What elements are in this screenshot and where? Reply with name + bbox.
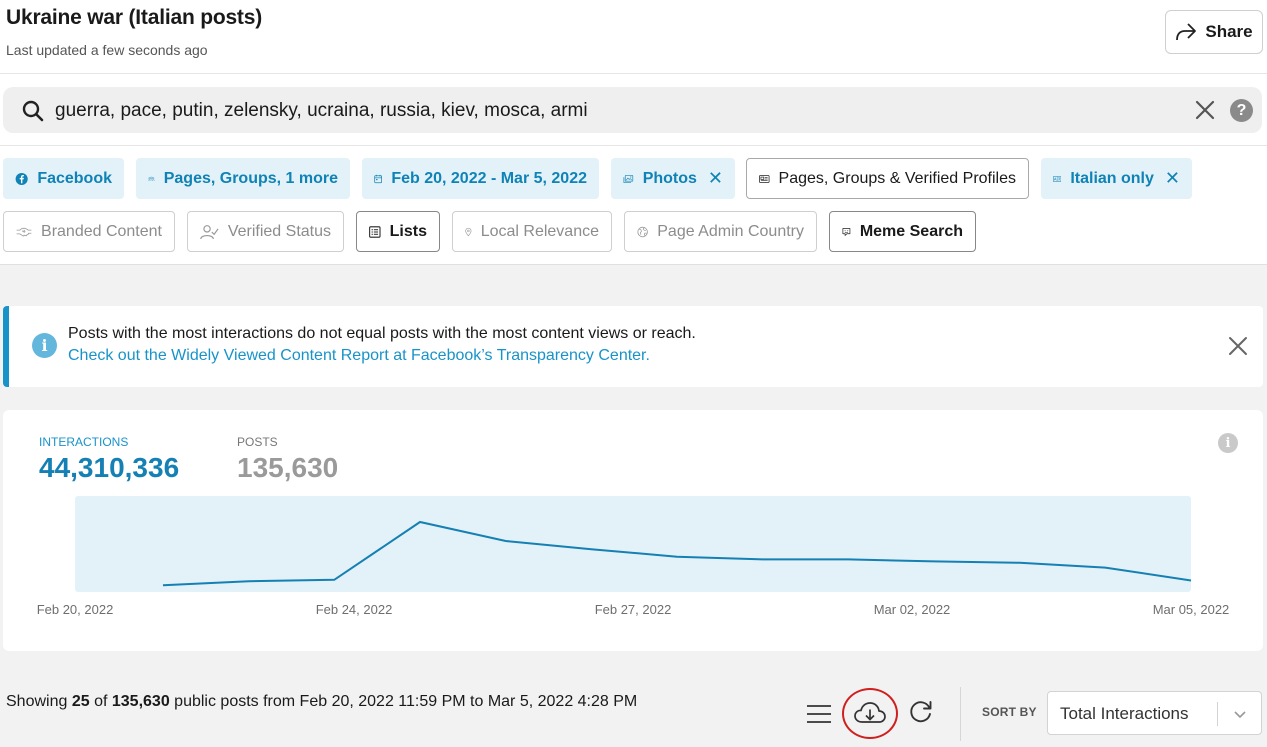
chevron-down-icon <box>1234 711 1246 719</box>
filter-label: Verified Status <box>227 222 331 240</box>
filter-label: Branded Content <box>41 222 162 240</box>
select-divider <box>1217 702 1218 726</box>
interactions-chart: Feb 20, 2022 Feb 24, 2022 Feb 27, 2022 Mar … <box>37 496 1230 617</box>
remove-filter-icon[interactable]: ✕ <box>1165 168 1180 189</box>
filter-account-types[interactable]: Pages, Groups, 1 more <box>136 158 350 199</box>
filter-label: Pages, Groups, 1 more <box>163 169 338 187</box>
people-icon <box>148 176 155 181</box>
search-bar[interactable]: guerra, pace, putin, zelensky, ucraina, … <box>3 87 1262 133</box>
filter-label: Photos <box>642 169 697 187</box>
filter-verified-status[interactable]: Verified Status <box>187 211 344 252</box>
x-tick-label: Feb 24, 2022 <box>316 602 393 617</box>
close-banner-icon[interactable] <box>1228 336 1248 356</box>
sort-value: Total Interactions <box>1060 704 1189 723</box>
filter-label: Italian only <box>1070 169 1154 187</box>
filter-label: Lists <box>389 222 427 240</box>
globe-icon <box>637 226 648 237</box>
chart-card: INTERACTIONS 44,310,336 POSTS 135,630 i … <box>3 410 1263 651</box>
total-count: 135,630 <box>111 693 170 710</box>
banner-text: Posts with the most interactions do not … <box>68 325 696 342</box>
filter-pages-groups-verified[interactable]: Pages, Groups & Verified Profiles <box>746 158 1029 199</box>
divider <box>0 264 1267 265</box>
filter-language-italian[interactable]: Italian only ✕ <box>1041 158 1192 199</box>
translate-icon <box>1053 175 1062 182</box>
divider <box>960 687 961 741</box>
filter-label: Facebook <box>37 169 112 187</box>
header-section: Ukraine war (Italian posts) Last updated… <box>0 0 1267 265</box>
x-tick-label: Feb 27, 2022 <box>595 602 672 617</box>
last-updated-text: Last updated a few seconds ago <box>6 42 208 58</box>
annotation-circle <box>842 688 898 739</box>
share-label: Share <box>1205 22 1253 41</box>
filter-page-admin-country[interactable]: Page Admin Country <box>624 211 817 252</box>
shown-count: 25 <box>71 693 90 710</box>
filter-label: Pages, Groups & Verified Profiles <box>778 169 1016 187</box>
list-icon <box>369 225 381 238</box>
photos-icon <box>623 174 634 183</box>
divider <box>0 145 1267 146</box>
refresh-icon[interactable] <box>908 699 934 725</box>
help-icon[interactable]: ? <box>1230 99 1253 122</box>
filter-label: Local Relevance <box>480 222 599 240</box>
location-pin-icon <box>465 227 472 236</box>
verified-user-icon <box>200 224 219 239</box>
info-banner: i Posts with the most interactions do no… <box>3 306 1263 387</box>
search-input[interactable]: guerra, pace, putin, zelensky, ucraina, … <box>55 100 588 122</box>
info-icon: i <box>32 333 57 358</box>
divider <box>0 73 1267 74</box>
transparency-center-link[interactable]: Check out the Widely Viewed Content Repo… <box>68 347 650 365</box>
list-view-icon[interactable] <box>806 703 832 725</box>
results-summary: Showing 25 of 135,630 public posts from … <box>6 693 638 710</box>
filter-lists[interactable]: Lists <box>356 211 440 252</box>
filter-local-relevance[interactable]: Local Relevance <box>452 211 612 252</box>
filter-label: Meme Search <box>859 222 963 240</box>
filter-label: Page Admin Country <box>657 222 804 240</box>
filter-label: Feb 20, 2022 - Mar 5, 2022 <box>391 169 587 187</box>
meme-icon <box>842 227 851 236</box>
filter-meme-search[interactable]: Meme Search <box>829 211 976 252</box>
x-tick-label: Mar 05, 2022 <box>1153 602 1230 617</box>
x-tick-label: Mar 02, 2022 <box>874 602 951 617</box>
x-tick-label: Feb 20, 2022 <box>37 602 114 617</box>
clear-search-icon[interactable] <box>1194 99 1216 121</box>
filter-date-range[interactable]: Feb 20, 2022 - Mar 5, 2022 <box>362 158 599 199</box>
page-title: Ukraine war (Italian posts) <box>6 6 263 29</box>
share-button[interactable]: Share <box>1165 10 1263 54</box>
filter-branded-content[interactable]: Branded Content <box>3 211 175 252</box>
calendar-icon <box>374 174 383 183</box>
newspaper-icon <box>759 174 770 183</box>
facebook-icon <box>15 172 28 185</box>
remove-filter-icon[interactable]: ✕ <box>708 168 723 189</box>
sort-by-label: SORT BY <box>982 705 1037 719</box>
share-icon <box>1176 23 1197 41</box>
filter-post-type-photos[interactable]: Photos ✕ <box>611 158 735 199</box>
sort-select[interactable]: Total Interactions <box>1047 691 1262 735</box>
chart-area-background <box>75 496 1191 592</box>
filter-platform-facebook[interactable]: Facebook <box>3 158 124 199</box>
search-icon <box>22 100 44 122</box>
handshake-icon <box>16 227 32 236</box>
